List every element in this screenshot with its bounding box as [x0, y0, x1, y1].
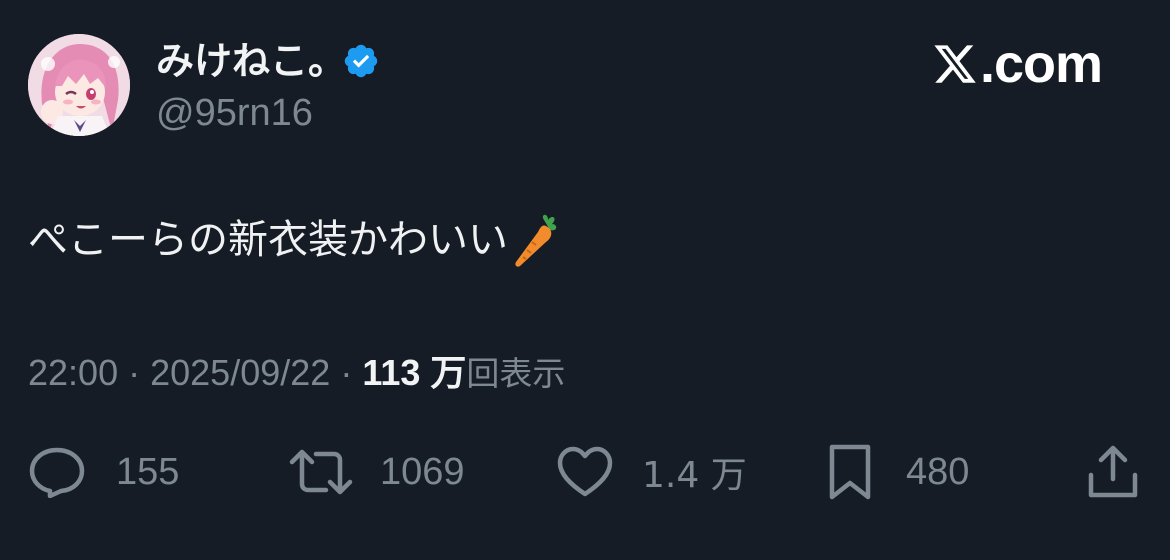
- action-bar: 155 1069 1.4 万 480: [0, 440, 1170, 504]
- tweet-body: ぺこーらの新衣装かわいい: [28, 217, 508, 263]
- brand-logo: .com: [932, 34, 1103, 94]
- bookmark-count: 480: [906, 450, 970, 493]
- meta-separator: ·: [128, 352, 151, 393]
- tweet-card: みけねこ。 @95rn16 .com ぺこーらの新衣装かわいい 22:00 · …: [0, 0, 1170, 560]
- views-count: 113 万: [362, 352, 467, 393]
- heart-icon: [557, 446, 613, 497]
- display-name[interactable]: みけねこ。: [156, 38, 346, 84]
- reply-button[interactable]: 155: [28, 440, 179, 504]
- like-count: 1.4 万: [642, 455, 747, 496]
- tweet-time[interactable]: 22:00: [28, 352, 118, 393]
- repost-icon: [289, 449, 353, 495]
- tweet-meta: 22:00 · 2025/09/22 · 113 万回表示: [28, 350, 565, 397]
- meta-separator-2: ·: [340, 352, 363, 393]
- verified-badge-icon: [344, 44, 378, 78]
- brand-text: .com: [979, 34, 1103, 94]
- tweet-text: ぺこーらの新衣装かわいい: [28, 212, 560, 268]
- like-button[interactable]: 1.4 万: [556, 440, 747, 504]
- share-icon: [1088, 445, 1138, 498]
- tweet-date[interactable]: 2025/09/22: [150, 352, 330, 393]
- carrot-icon: [515, 214, 557, 267]
- reply-icon: [29, 447, 85, 498]
- avatar[interactable]: [28, 34, 130, 136]
- reply-count: 155: [116, 450, 180, 493]
- repost-button[interactable]: 1069: [288, 440, 465, 504]
- share-button[interactable]: [1086, 440, 1140, 504]
- user-handle[interactable]: @95rn16: [156, 90, 313, 136]
- x-logo-icon: [934, 45, 976, 83]
- bookmark-icon: [829, 444, 871, 500]
- repost-count: 1069: [380, 450, 465, 493]
- bookmark-button[interactable]: 480: [826, 440, 969, 504]
- views-label: 回表示: [466, 354, 566, 393]
- avatar-illustration: [28, 34, 130, 136]
